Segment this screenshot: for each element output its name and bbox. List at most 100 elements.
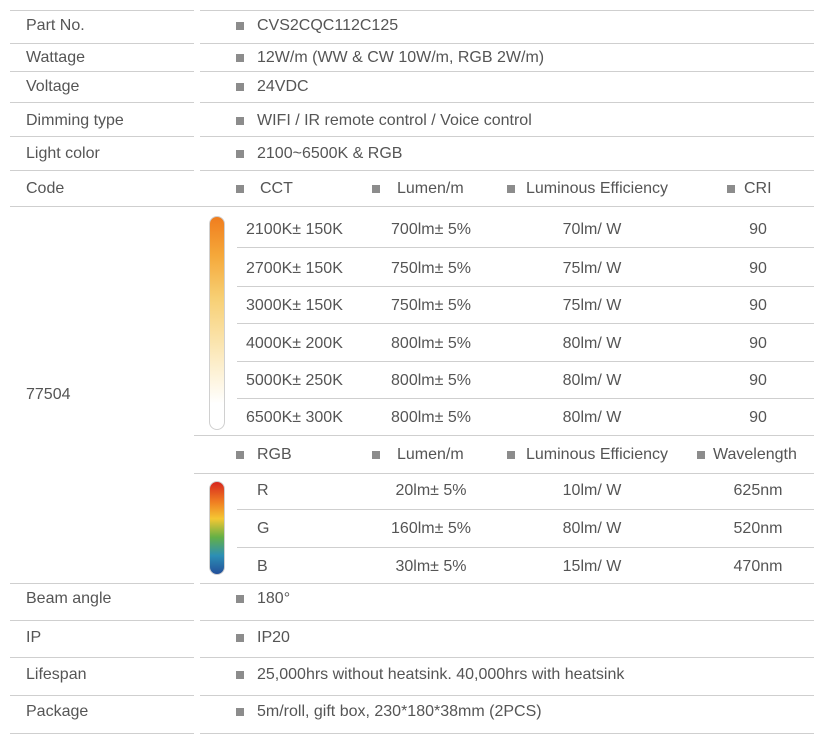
divider [10,136,194,137]
spec-label: Voltage [26,78,80,95]
divider [200,583,814,584]
spec-value: 180° [257,590,291,607]
lumen-value: 20lm± 5% [395,482,467,499]
divider [237,509,814,510]
cri-header: CRI [744,180,772,197]
spec-label: Light color [26,145,100,162]
efficiency-value: 80lm/ W [562,372,622,389]
divider [237,361,814,362]
bullet-icon [507,451,515,459]
code-number: 77504 [26,386,71,403]
bullet-icon [236,185,244,193]
spec-value: 2100~6500K & RGB [257,145,403,162]
cct-value: 2100K± 150K [246,221,343,238]
wavelength-header: Wavelength [713,446,797,463]
cct-value: 2700K± 150K [246,260,343,277]
divider [10,657,194,658]
efficiency-value: 15lm/ W [562,558,622,575]
bullet-icon [236,22,244,30]
cct-value: 4000K± 200K [246,335,343,352]
efficiency-header: Luminous Efficiency [526,446,668,463]
lumen-value: 160lm± 5% [391,520,471,537]
divider [237,286,814,287]
divider [200,102,814,103]
divider [10,71,194,72]
divider [10,620,194,621]
divider [10,170,194,171]
divider [200,695,814,696]
lumen-value: 800lm± 5% [391,409,471,426]
bullet-icon [236,708,244,716]
divider [10,43,194,44]
efficiency-value: 75lm/ W [562,260,622,277]
efficiency-value: 75lm/ W [562,297,622,314]
bullet-icon [507,185,515,193]
cri-value: 90 [749,335,767,352]
divider [10,206,814,207]
bullet-icon [236,150,244,158]
spec-label: IP [26,629,42,646]
bullet-icon [372,185,380,193]
divider [200,620,814,621]
bullet-icon [236,117,244,125]
divider [237,323,814,324]
divider [194,435,814,436]
wavelength-value: 625nm [733,482,783,499]
divider [200,71,814,72]
spec-label: Code [26,180,65,197]
efficiency-value: 80lm/ W [562,335,622,352]
divider [10,695,194,696]
divider [237,547,814,548]
cct-gradient-bar [209,216,225,430]
lumen-value: 750lm± 5% [391,297,471,314]
efficiency-header: Luminous Efficiency [526,180,668,197]
cct-value: 6500K± 300K [246,409,343,426]
divider [200,43,814,44]
rgb-header: RGB [257,446,292,463]
divider [10,733,194,734]
efficiency-value: 80lm/ W [562,409,622,426]
cri-value: 90 [749,409,767,426]
bullet-icon [236,595,244,603]
spec-label: Wattage [26,49,85,66]
rgb-channel: B [257,558,268,575]
efficiency-value: 10lm/ W [562,482,622,499]
divider [10,10,194,11]
cri-value: 90 [749,221,767,238]
cri-value: 90 [749,260,767,277]
wavelength-value: 520nm [733,520,783,537]
spec-label: Lifespan [26,666,87,683]
spec-label: Package [26,703,89,720]
rgb-channel: R [257,482,269,499]
efficiency-value: 70lm/ W [562,221,622,238]
bullet-icon [236,451,244,459]
divider [200,733,814,734]
spec-label: Dimming type [26,112,124,129]
cri-value: 90 [749,297,767,314]
rgb-channel: G [257,520,270,537]
divider [200,10,814,11]
spec-value: 12W/m (WW & CW 10W/m, RGB 2W/m) [257,49,545,66]
cct-value: 5000K± 250K [246,372,343,389]
divider [200,657,814,658]
divider [237,398,814,399]
bullet-icon [236,671,244,679]
spec-label: Beam angle [26,590,112,607]
divider [237,247,814,248]
lumen-header: Lumen/m [397,180,464,197]
bullet-icon [697,451,705,459]
cct-value: 3000K± 150K [246,297,343,314]
cri-value: 90 [749,372,767,389]
lumen-value: 800lm± 5% [391,335,471,352]
spec-label: Part No. [26,17,85,34]
divider [200,136,814,137]
lumen-header: Lumen/m [397,446,464,463]
lumen-value: 700lm± 5% [391,221,471,238]
spec-value: CVS2CQC112C125 [257,17,399,34]
bullet-icon [236,54,244,62]
spec-value: IP20 [257,629,290,646]
lumen-value: 800lm± 5% [391,372,471,389]
spec-value: 24VDC [257,78,309,95]
spec-value: 25,000hrs without heatsink. 40,000hrs wi… [257,666,625,683]
cct-header: CCT [260,180,293,197]
